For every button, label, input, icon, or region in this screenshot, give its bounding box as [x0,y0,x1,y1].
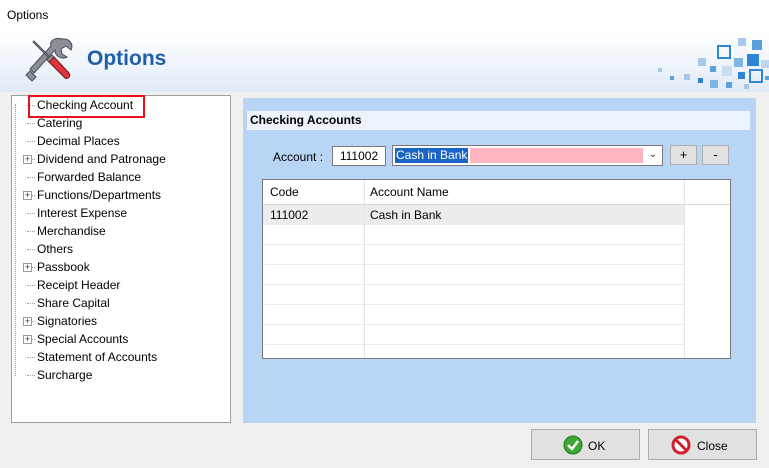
empty-row [263,305,684,325]
tree-connector [27,231,35,232]
tree-item-statement-of-accounts[interactable]: Statement of Accounts [27,349,158,365]
empty-row [263,265,684,285]
tree-item-label: Functions/Departments [37,188,162,202]
tree-item-functions-departments[interactable]: + Functions/Departments [23,187,162,203]
grid-header: Code Account Name [263,180,730,205]
tree-connector [27,357,35,358]
tree-item-label: Dividend and Patronage [37,152,166,166]
column-code[interactable]: Code [270,185,299,199]
tree-item-label: Statement of Accounts [37,350,158,364]
expand-icon[interactable]: + [23,317,32,326]
tree-item-label: Merchandise [37,224,106,238]
account-name-value: Cash in Bank [395,148,469,163]
remove-account-button[interactable]: - [702,145,729,165]
required-field-marker [470,148,643,163]
tree-item-dividend-and-patronage[interactable]: + Dividend and Patronage [23,151,166,167]
tree-connector [27,213,35,214]
tree-connector [27,303,35,304]
account-label: Account : [273,150,324,164]
expand-icon[interactable]: + [23,155,32,164]
selection-highlight [28,95,145,118]
tree-line [15,104,16,376]
tree-item-interest-expense[interactable]: Interest Expense [27,205,128,221]
tree-item-signatories[interactable]: + Signatories [23,313,98,329]
tree-item-label: Others [37,242,74,256]
column-divider [364,180,365,358]
banner: Options [0,30,769,92]
panel-header: Checking Accounts [247,111,750,130]
tree-item-label: Share Capital [37,296,110,310]
add-account-button[interactable]: + [670,145,697,165]
empty-row [263,225,684,245]
expand-icon[interactable]: + [23,335,32,344]
column-divider [684,180,685,358]
tree-connector [27,285,35,286]
account-code-field[interactable]: 111002 [332,146,386,166]
account-name-dropdown[interactable]: Cash in Bank ⌄ [392,145,663,166]
cell-code: 111002 [270,208,309,222]
tree-item-others[interactable]: Others [27,241,74,257]
tree-item-share-capital[interactable]: Share Capital [27,295,110,311]
banner-heading: Options [87,47,167,70]
window-title: Options [7,8,49,22]
close-label: Close [697,439,728,453]
column-account-name[interactable]: Account Name [370,185,449,199]
decorative-squares [658,38,769,89]
close-button[interactable]: Close [648,429,757,460]
empty-row [263,285,684,305]
empty-row [263,325,684,345]
tree-connector [27,177,35,178]
cell-account-name: Cash in Bank [370,208,442,222]
chevron-down-icon[interactable]: ⌄ [647,148,659,162]
tree-item-label: Passbook [37,260,90,274]
ok-label: OK [588,439,606,453]
tree-item-label: Surcharge [37,368,93,382]
empty-row [263,245,684,265]
expand-icon[interactable]: + [23,191,32,200]
accounts-grid[interactable]: Code Account Name 111002 Cash in Bank [262,179,731,359]
checking-accounts-panel: Checking Accounts Account : 111002 Cash … [243,98,756,423]
tree-item-label: Decimal Places [37,134,120,148]
tree-item-decimal-places[interactable]: Decimal Places [27,133,120,149]
tree-item-passbook[interactable]: + Passbook [23,259,90,275]
tools-icon [25,38,73,82]
tree-item-surcharge[interactable]: Surcharge [27,367,93,383]
tree-item-label: Receipt Header [37,278,121,292]
prohibited-icon [671,435,691,455]
tree-connector [27,375,35,376]
tree-connector [27,249,35,250]
expand-icon[interactable]: + [23,263,32,272]
tree-item-label: Interest Expense [37,206,128,220]
tree-item-forwarded-balance[interactable]: Forwarded Balance [27,169,142,185]
tree-item-label: Forwarded Balance [37,170,142,184]
title-bar: Options [0,0,769,30]
table-row[interactable]: 111002 Cash in Bank [263,205,684,225]
tree-item-merchandise[interactable]: Merchandise [27,223,106,239]
tree-connector [27,123,35,124]
tree-item-receipt-header[interactable]: Receipt Header [27,277,121,293]
tree-connector [27,141,35,142]
tree-item-label: Special Accounts [37,332,129,346]
tree-item-special-accounts[interactable]: + Special Accounts [23,331,129,347]
tree-item-label: Signatories [37,314,98,328]
ok-button[interactable]: OK [531,429,640,460]
checkmark-icon [563,435,583,455]
